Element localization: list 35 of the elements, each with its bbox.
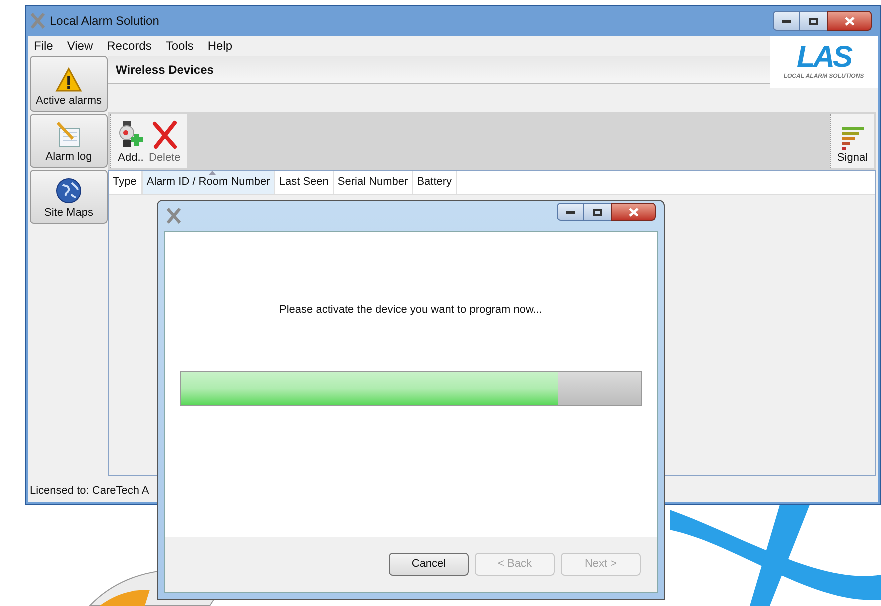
close-button[interactable] bbox=[611, 203, 656, 221]
toolbar-button[interactable]: Add.. bbox=[115, 114, 147, 168]
app-logo-icon bbox=[166, 208, 182, 224]
menu-item[interactable]: Help bbox=[208, 37, 233, 55]
window-title: Local Alarm Solution bbox=[50, 13, 160, 30]
section-title: Wireless Devices bbox=[116, 62, 214, 78]
dialog-message: Please activate the device you want to program now... bbox=[280, 303, 542, 318]
status-text: Licensed to: CareTech A bbox=[30, 484, 150, 499]
menu-item[interactable]: Tools bbox=[166, 37, 194, 55]
close-button[interactable] bbox=[827, 11, 872, 31]
toolbar-button[interactable]: Delete bbox=[147, 114, 183, 168]
warning-icon bbox=[55, 66, 83, 92]
dialog-button[interactable]: Cancel bbox=[389, 553, 469, 576]
notepad-pencil-icon bbox=[55, 120, 83, 148]
minimize-button[interactable] bbox=[773, 11, 800, 31]
sidebar-item[interactable]: Active alarms bbox=[30, 56, 108, 112]
sidebar-item[interactable]: Site Maps bbox=[30, 170, 108, 224]
app-logo-icon bbox=[30, 13, 46, 29]
column-header[interactable]: Serial Number bbox=[334, 171, 414, 194]
minimize-button[interactable] bbox=[557, 203, 584, 221]
column-header[interactable]: Last Seen bbox=[275, 171, 334, 194]
maximize-button[interactable] bbox=[800, 11, 827, 31]
menu-item[interactable]: Records bbox=[107, 37, 152, 55]
device-add-icon bbox=[117, 120, 145, 150]
column-header[interactable]: Battery bbox=[413, 171, 458, 194]
delete-icon bbox=[150, 120, 179, 150]
close-icon bbox=[628, 208, 638, 216]
sort-arrow-icon bbox=[208, 171, 216, 175]
menu-item[interactable]: File bbox=[34, 37, 54, 55]
maximize-button[interactable] bbox=[584, 203, 611, 221]
sidebar-item[interactable]: Alarm log bbox=[30, 114, 108, 168]
close-icon bbox=[844, 16, 854, 26]
menu-item[interactable]: View bbox=[67, 37, 94, 55]
column-header[interactable]: Alarm ID / Room Number bbox=[142, 171, 276, 194]
globe-icon bbox=[55, 176, 83, 204]
